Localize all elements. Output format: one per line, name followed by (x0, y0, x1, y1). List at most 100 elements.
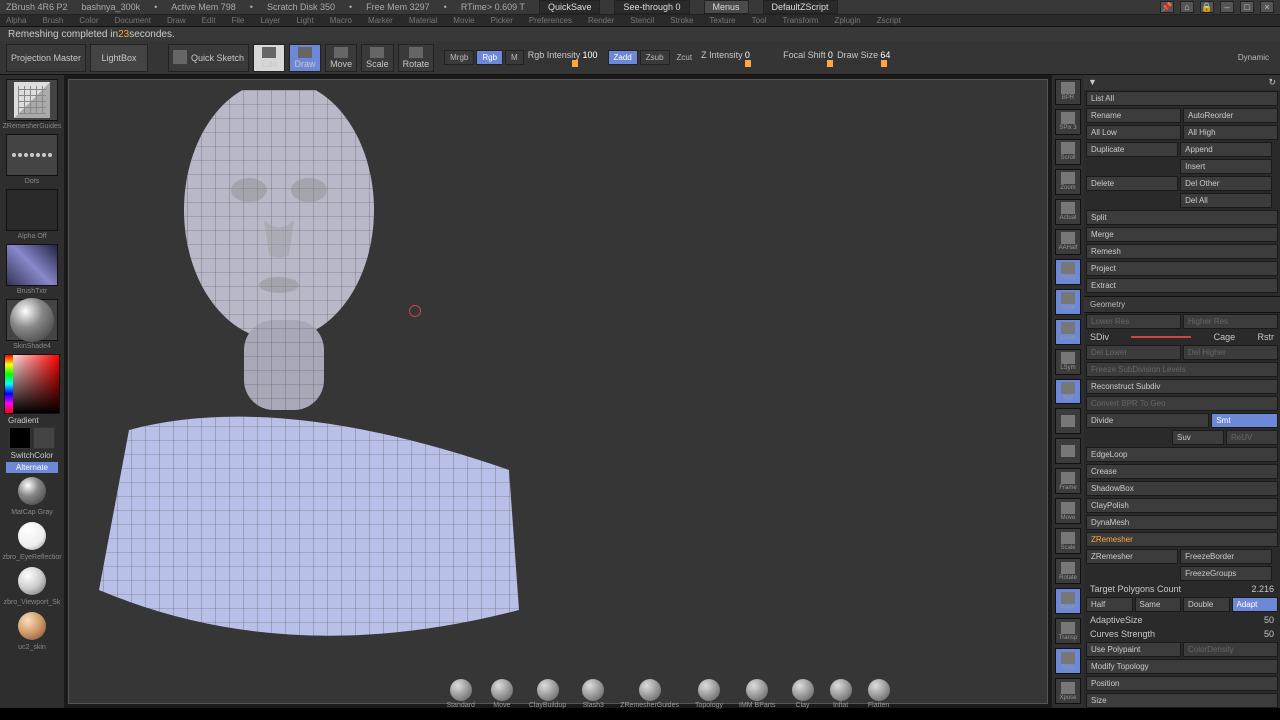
menu-item[interactable]: Draw (167, 16, 186, 25)
menu-item[interactable]: Transform (782, 16, 818, 25)
list-all-button[interactable]: List All (1086, 91, 1278, 106)
zcut-button[interactable]: Zcut (672, 51, 698, 64)
viewport[interactable] (68, 79, 1048, 704)
quicksave-button[interactable]: QuickSave (539, 0, 601, 14)
focal-shift-slider[interactable]: Focal Shift 0 (783, 50, 833, 65)
duplicate-button[interactable]: Duplicate (1086, 142, 1178, 157)
use-polypaint-button[interactable]: Use Polypaint (1086, 642, 1181, 657)
rotate-button[interactable]: Rotate (398, 44, 435, 72)
zremesher-button[interactable]: ZRemesher (1086, 549, 1178, 564)
del-other-button[interactable]: Del Other (1180, 176, 1272, 191)
menu-item[interactable]: Material (409, 16, 437, 25)
freeze-border-button[interactable]: FreezeBorder (1180, 549, 1272, 564)
geometry-header[interactable]: Geometry (1084, 296, 1280, 313)
shadowbox-button[interactable]: ShadowBox (1086, 481, 1278, 496)
target-polygons-slider[interactable]: Target Polygons Count2.216 (1084, 582, 1280, 596)
switch-color-button[interactable]: SwitchColor (11, 451, 54, 460)
arrow-down-icon[interactable]: ▼ (1088, 77, 1097, 88)
edgeloop-button[interactable]: EdgeLoop (1086, 447, 1278, 462)
dynamesh-button[interactable]: DynaMesh (1086, 515, 1278, 530)
viewport-frame-button[interactable]: Frame (1055, 468, 1081, 494)
remesh-button[interactable]: Remesh (1086, 244, 1278, 259)
arrow-cycle-icon[interactable]: ↻ (1268, 77, 1276, 88)
pin-icon[interactable]: 📌 (1160, 1, 1174, 13)
texture-swatch[interactable] (6, 244, 58, 286)
menu-item[interactable]: Macro (330, 16, 352, 25)
viewport-solo-button[interactable]: Solo (1055, 648, 1081, 674)
menu-item[interactable]: Stroke (670, 16, 693, 25)
draw-size-slider[interactable]: Draw Size 64 (837, 50, 890, 65)
merge-button[interactable]: Merge (1086, 227, 1278, 242)
alpha-swatch[interactable] (6, 189, 58, 231)
menu-item[interactable]: Brush (42, 16, 63, 25)
brush-slash3[interactable]: Slash3 (582, 679, 604, 709)
gradient-label[interactable]: Gradient (8, 416, 39, 425)
material-preset[interactable] (18, 477, 46, 505)
smt-button[interactable]: Smt (1211, 413, 1278, 428)
draw-button[interactable]: Draw (289, 44, 321, 72)
viewport-lsym-button[interactable]: LSym (1055, 349, 1081, 375)
menus-button[interactable]: Menus (704, 0, 749, 14)
viewport-nav-button[interactable] (1055, 408, 1081, 434)
minimize-icon[interactable]: – (1220, 1, 1234, 13)
divide-button[interactable]: Divide (1086, 413, 1209, 428)
brush-claybuildup[interactable]: ClayBuildup (529, 679, 566, 709)
position-button[interactable]: Position (1086, 676, 1278, 691)
maximize-icon[interactable]: □ (1240, 1, 1254, 13)
crease-button[interactable]: Crease (1086, 464, 1278, 479)
menu-item[interactable]: Movie (453, 16, 474, 25)
viewport-move-button[interactable]: Move (1055, 498, 1081, 524)
viewport-xyz-button[interactable]: Xyz (1055, 379, 1081, 405)
rgb-button[interactable]: Rgb (476, 50, 503, 65)
zsub-button[interactable]: Zsub (640, 50, 670, 65)
menu-item[interactable]: Render (588, 16, 614, 25)
default-zscript[interactable]: DefaultZScript (763, 0, 838, 14)
main-color[interactable] (9, 427, 31, 449)
close-icon[interactable]: × (1260, 1, 1274, 13)
double-button[interactable]: Double (1183, 597, 1230, 612)
extract-button[interactable]: Extract (1086, 278, 1278, 293)
viewport-persp-button[interactable]: Persp (1055, 259, 1081, 285)
menu-item[interactable]: Zscript (877, 16, 901, 25)
adapt-button[interactable]: Adapt (1232, 597, 1279, 612)
viewport-transp-button[interactable]: Transp (1055, 618, 1081, 644)
menu-item[interactable]: File (231, 16, 244, 25)
secondary-color[interactable] (33, 427, 55, 449)
dynamic-label[interactable]: Dynamic (1233, 51, 1274, 64)
viewport-floor-button[interactable]: Floor (1055, 289, 1081, 315)
color-picker[interactable] (4, 354, 60, 414)
mrgb-button[interactable]: Mrgb (444, 50, 474, 65)
viewport-scroll-button[interactable]: Scroll (1055, 139, 1081, 165)
alternate-button[interactable]: Alternate (6, 462, 58, 473)
material-preset[interactable] (18, 522, 46, 550)
quick-sketch-button[interactable]: Quick Sketch (168, 44, 249, 72)
brush-imm bparts[interactable]: IMM BParts (739, 679, 776, 709)
half-button[interactable]: Half (1086, 597, 1133, 612)
projection-master-button[interactable]: Projection Master (6, 44, 86, 72)
adaptive-size-slider[interactable]: AdaptiveSize50 (1084, 613, 1280, 627)
hue-strip[interactable] (5, 355, 13, 413)
rename-button[interactable]: Rename (1086, 108, 1181, 123)
z-intensity-slider[interactable]: Z Intensity 0 (701, 50, 751, 65)
viewport-actual-button[interactable]: Actual (1055, 199, 1081, 225)
brush-swatch[interactable] (6, 79, 58, 121)
menu-item[interactable]: Light (296, 16, 313, 25)
project-button[interactable]: Project (1086, 261, 1278, 276)
viewport-polyf-button[interactable]: PolyF (1055, 588, 1081, 614)
size-button[interactable]: Size (1086, 693, 1278, 708)
home-icon[interactable]: ⌂ (1180, 1, 1194, 13)
modify-topology-button[interactable]: Modify Topology (1086, 659, 1278, 674)
viewport-zoom-button[interactable]: Zoom (1055, 169, 1081, 195)
brush-flatten[interactable]: Flatten (868, 679, 890, 709)
edit-button[interactable]: Edit (253, 44, 285, 72)
reconstruct-subdiv-button[interactable]: Reconstruct Subdiv (1086, 379, 1278, 394)
autoreorder-button[interactable]: AutoReorder (1183, 108, 1278, 123)
menu-item[interactable]: Zplugin (834, 16, 860, 25)
brush-clay[interactable]: Clay (792, 679, 814, 709)
m-button[interactable]: M (505, 50, 524, 65)
claypolish-button[interactable]: ClayPolish (1086, 498, 1278, 513)
viewport-nav-button[interactable] (1055, 438, 1081, 464)
lock-icon[interactable]: 🔒 (1200, 1, 1214, 13)
viewport-spix 3-button[interactable]: SPix 3 (1055, 109, 1081, 135)
menu-item[interactable]: Color (79, 16, 98, 25)
